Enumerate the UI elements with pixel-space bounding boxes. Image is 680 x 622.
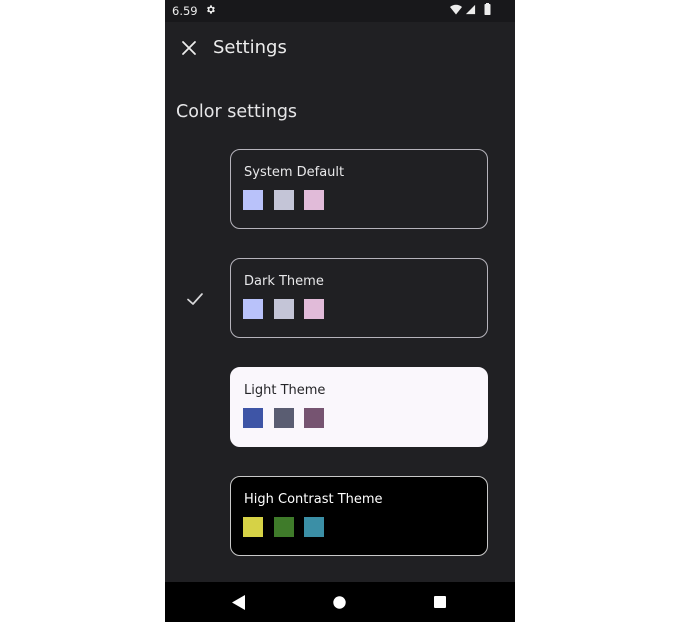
back-icon[interactable] xyxy=(231,594,246,611)
theme-option-light[interactable]: Light Theme xyxy=(230,367,488,447)
check-icon xyxy=(187,293,203,305)
color-swatch xyxy=(304,517,324,537)
color-swatch xyxy=(304,408,324,428)
wifi-icon xyxy=(450,4,462,15)
color-swatch xyxy=(274,408,294,428)
color-swatch xyxy=(274,517,294,537)
status-bar: 6.59 xyxy=(165,0,515,22)
color-swatch xyxy=(243,190,263,210)
phone-screen: 6.59 Settings Color settings System Defa… xyxy=(165,0,515,622)
app-bar: Settings xyxy=(165,22,515,78)
theme-option-system-default[interactable]: System Default xyxy=(230,149,488,229)
signal-icon xyxy=(465,4,476,15)
color-swatch xyxy=(274,190,294,210)
theme-label: Dark Theme xyxy=(244,274,324,289)
navigation-bar xyxy=(165,582,515,622)
color-swatch xyxy=(274,299,294,319)
color-swatch xyxy=(243,299,263,319)
color-swatch xyxy=(243,517,263,537)
home-icon[interactable] xyxy=(333,596,346,609)
status-time: 6.59 xyxy=(172,4,198,18)
theme-option-dark[interactable]: Dark Theme xyxy=(230,258,488,338)
page-title: Settings xyxy=(213,37,287,58)
settings-gear-icon xyxy=(207,5,215,14)
theme-label: High Contrast Theme xyxy=(244,492,383,507)
theme-label: System Default xyxy=(244,165,345,180)
battery-icon xyxy=(484,3,491,15)
color-swatch xyxy=(243,408,263,428)
section-title: Color settings xyxy=(176,102,298,122)
theme-label: Light Theme xyxy=(244,383,326,398)
theme-option-high-contrast[interactable]: High Contrast Theme xyxy=(230,476,488,556)
close-icon[interactable] xyxy=(175,34,203,62)
color-swatch xyxy=(304,190,324,210)
recents-icon[interactable] xyxy=(434,596,446,608)
color-swatch xyxy=(304,299,324,319)
